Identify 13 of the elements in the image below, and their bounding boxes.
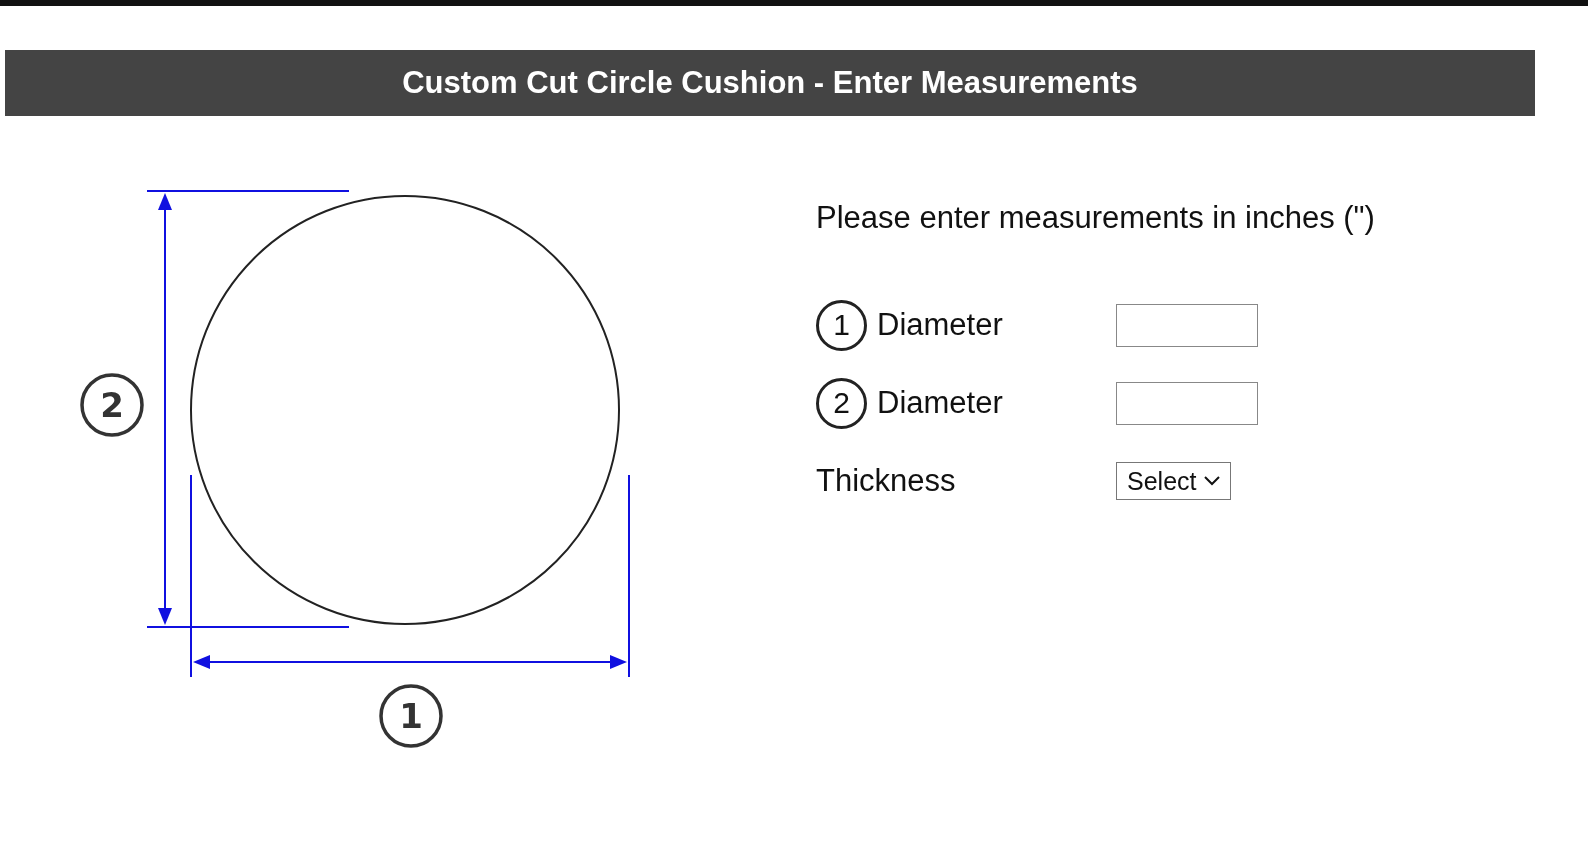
field-label: Thickness xyxy=(816,463,956,499)
input-field[interactable] xyxy=(1116,381,1258,425)
circled-number: 1 xyxy=(379,684,443,748)
input-field[interactable] xyxy=(1116,303,1258,347)
field-label: Diameter xyxy=(877,385,1003,421)
thickness-dropdown[interactable]: Select xyxy=(1116,462,1232,500)
circled-number: 2 xyxy=(816,377,867,429)
field-label: Diameter xyxy=(877,307,1003,343)
circled-number: 2 xyxy=(80,373,144,437)
chevron-icon xyxy=(1204,476,1221,486)
circled-number: 1 xyxy=(816,299,867,351)
page-title: Custom Cut Circle Cushion - Enter Measurements xyxy=(402,65,1138,101)
instruction-text: Please enter measurements in inches (") xyxy=(816,199,1375,237)
